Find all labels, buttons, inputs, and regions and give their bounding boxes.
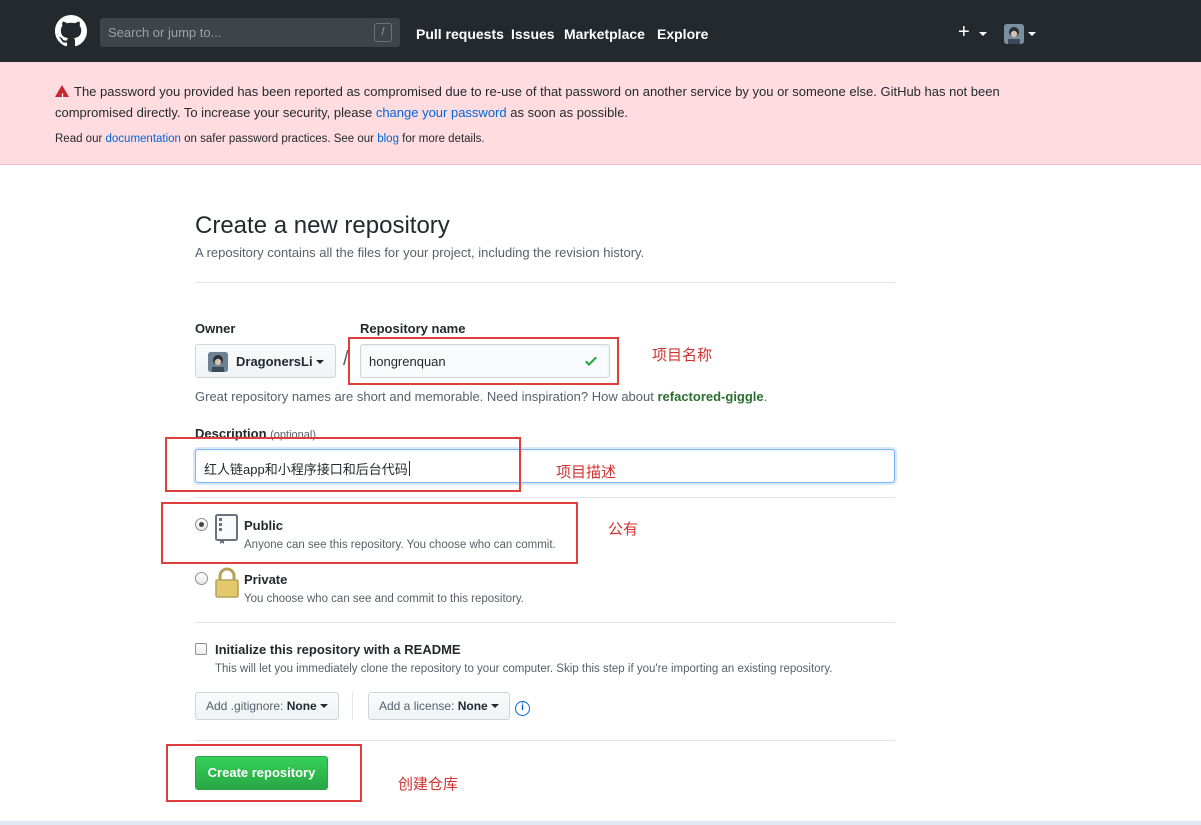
annotation-description: 项目描述 [556,463,617,481]
bottom-edge [0,821,1201,825]
annotation-box-create [166,744,362,802]
private-label: Private [244,572,288,587]
owner-name: DragonersLi [236,354,313,369]
annotation-public: 公有 [608,520,639,538]
page-title: Create a new repository [195,212,450,239]
nav-explore[interactable]: Explore [657,26,708,42]
nav-pull-requests[interactable]: Pull requests [416,26,504,42]
nav-marketplace[interactable]: Marketplace [564,26,645,42]
blog-link[interactable]: blog [377,133,399,145]
global-header: Search or jump to... / Pull requests Iss… [0,0,1201,62]
private-radio[interactable] [195,572,208,585]
create-new-icon[interactable]: + [958,22,970,42]
info-icon[interactable]: i [515,701,530,716]
banner-message: ! The password you provided has been repo… [55,81,1045,123]
banner-text-end: as soon as possible. [506,105,629,120]
hint-text: Great repository names are short and mem… [195,389,658,404]
chevron-down-icon [979,32,987,36]
annotation-create: 创建仓库 [398,775,459,793]
change-password-link[interactable]: change your password [376,105,507,120]
subtext-part: for more details. [398,133,485,145]
divider [195,740,895,741]
gitignore-select[interactable]: Add .gitignore: None [195,692,340,720]
annotation-repo-name: 项目名称 [652,346,713,364]
owner-select[interactable]: DragonersLi [195,344,336,378]
divider [195,282,895,283]
nav-issues[interactable]: Issues [511,26,555,42]
search-input[interactable]: Search or jump to... / [100,18,400,47]
github-logo-icon[interactable] [55,15,87,47]
search-placeholder: Search or jump to... [108,25,222,40]
init-readme-checkbox[interactable] [195,643,207,655]
annotation-box-repo-name [348,337,619,385]
hint-end: . [763,389,768,404]
divider [195,622,895,623]
private-description: You choose who can see and commit to thi… [244,593,524,605]
owner-avatar [208,352,228,372]
repo-name-hint: Great repository names are short and mem… [195,389,767,404]
subtext-part: on safer password practices. See our [180,133,378,145]
license-label: Add a license: [379,699,455,713]
banner-subtext: Read our documentation on safer password… [55,133,485,145]
documentation-link[interactable]: documentation [106,133,181,145]
divider [195,497,895,498]
chevron-down-icon [1028,32,1036,36]
subtext-part: Read our [55,133,106,145]
owner-label: Owner [195,321,236,336]
chevron-down-icon [316,360,324,364]
license-select[interactable]: Add a license: None [368,692,511,720]
compromised-password-banner: ! The password you provided has been repo… [0,62,1201,165]
lock-icon [215,567,239,598]
chevron-down-icon [491,704,500,708]
annotation-box-public [161,502,578,564]
gitignore-label: Add .gitignore: [206,699,284,713]
name-suggestion[interactable]: refactored-giggle [657,389,763,404]
vertical-divider [352,692,353,720]
search-shortcut-key: / [374,23,392,42]
user-avatar[interactable] [1004,24,1024,44]
license-value: None [457,699,488,713]
alert-icon: ! [55,85,69,102]
annotation-box-description [165,437,521,492]
init-readme-label: Initialize this repository with a README [215,642,461,657]
init-readme-description: This will let you immediately clone the … [215,663,833,675]
gitignore-value: None [286,699,317,713]
page-subtitle: A repository contains all the files for … [195,245,645,260]
repo-name-label: Repository name [360,321,466,336]
chevron-down-icon [320,704,329,708]
